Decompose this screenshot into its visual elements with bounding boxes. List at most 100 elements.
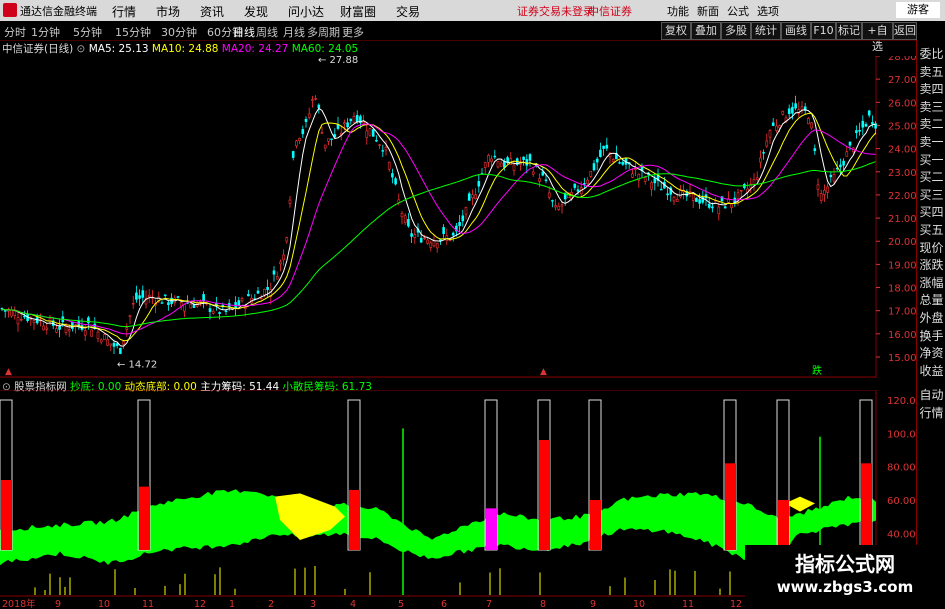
guest-button[interactable]: 游客: [896, 2, 940, 18]
menu-3[interactable]: 发现: [244, 3, 268, 20]
period-1[interactable]: 1分钟: [31, 24, 60, 40]
right-tab-11[interactable]: 现价: [918, 239, 945, 256]
candle-body: [707, 203, 711, 208]
tool-button-4[interactable]: 画线: [781, 22, 811, 40]
thermo-fill: [725, 463, 736, 550]
period-3[interactable]: 15分钟: [115, 24, 151, 40]
candle-body: [371, 129, 375, 137]
candle-body: [496, 161, 500, 168]
menu-5[interactable]: 财富圈: [340, 3, 376, 20]
candle-body: [653, 178, 657, 184]
right-tab-7[interactable]: 买二: [918, 168, 945, 185]
thermo-fill: [139, 486, 150, 550]
right-tab-bottom-0[interactable]: 自动: [918, 386, 945, 403]
candle-body: [355, 115, 359, 123]
right-tab-0[interactable]: 委比: [918, 45, 945, 62]
candle-body: [106, 339, 109, 346]
candle-body: [179, 302, 183, 307]
candle-body: [544, 179, 548, 181]
candle-body: [858, 129, 861, 132]
candle-body: [461, 215, 465, 222]
candle-body: [826, 186, 829, 193]
candle-body: [787, 108, 791, 115]
period-6[interactable]: 日线: [233, 24, 255, 40]
right-tab-4[interactable]: 卖二: [918, 115, 945, 132]
right-tab-3[interactable]: 卖三: [918, 98, 945, 115]
candle-body: [74, 324, 77, 326]
candle-body: [320, 132, 324, 134]
price-tick: 20.00: [888, 237, 916, 248]
candle-body: [365, 130, 369, 138]
tool-button-3[interactable]: 统计: [751, 22, 781, 40]
candle-body: [819, 193, 823, 201]
tool-button-0[interactable]: 复权: [661, 22, 691, 40]
candle-body: [723, 206, 727, 209]
menu-4[interactable]: 问小达: [288, 3, 324, 20]
candle-body: [659, 188, 663, 191]
right-tab-16[interactable]: 换手: [918, 327, 945, 344]
right-tab-17[interactable]: 净资: [918, 344, 945, 361]
right-tab-10[interactable]: 买五: [918, 221, 945, 238]
candle-body: [823, 189, 826, 195]
tool-button-7[interactable]: +自选: [862, 22, 893, 53]
right-tab-8[interactable]: 买三: [918, 186, 945, 203]
price-tick: 23.00: [888, 168, 916, 179]
candle-body: [493, 155, 497, 158]
menu-1[interactable]: 市场: [156, 3, 180, 20]
candle-body: [429, 242, 433, 248]
candle-body: [522, 156, 525, 160]
candle-body: [288, 199, 292, 204]
menu-0[interactable]: 行情: [112, 3, 136, 20]
right-menu-0[interactable]: 功能: [667, 3, 689, 19]
right-tab-15[interactable]: 外盘: [918, 309, 945, 326]
tool-button-1[interactable]: 叠加: [691, 22, 721, 40]
menu-6[interactable]: 交易: [396, 3, 420, 20]
right-tab-14[interactable]: 总量: [918, 291, 945, 308]
right-tab-1[interactable]: 卖五: [918, 63, 945, 80]
period-10[interactable]: 更多: [342, 24, 364, 40]
date-tick: 12: [730, 599, 742, 609]
tool-button-2[interactable]: 多股: [721, 22, 751, 40]
tool-button-8[interactable]: 返回: [893, 22, 917, 40]
right-tab-bottom-1[interactable]: 行情: [918, 404, 945, 421]
candle-body: [419, 237, 423, 243]
right-menu-2[interactable]: 公式: [727, 3, 749, 19]
right-tab-18[interactable]: 收益: [918, 362, 945, 379]
right-tab-9[interactable]: 买四: [918, 203, 945, 220]
right-menu-3[interactable]: 选项: [757, 3, 779, 19]
candle-body: [490, 158, 493, 162]
period-9[interactable]: 多周期: [307, 24, 340, 40]
candle-body: [167, 302, 170, 306]
right-tab-6[interactable]: 买一: [918, 151, 945, 168]
watermark-title: 指标公式网: [795, 552, 895, 576]
candle-body: [407, 219, 410, 227]
menu-2[interactable]: 资讯: [200, 3, 224, 20]
period-2[interactable]: 5分钟: [73, 24, 102, 40]
right-tab-12[interactable]: 涨跌: [918, 256, 945, 273]
candle-body: [3, 310, 7, 312]
candle-body: [323, 144, 327, 149]
right-tab-13[interactable]: 涨幅: [918, 274, 945, 291]
broker-name[interactable]: 中信证券: [588, 3, 632, 19]
right-menu-1[interactable]: 新面: [697, 3, 719, 19]
period-4[interactable]: 30分钟: [161, 24, 197, 40]
period-8[interactable]: 月线: [283, 24, 305, 40]
login-warning[interactable]: 证券交易未登录: [517, 3, 594, 19]
stock-name[interactable]: 中信证券(日线): [2, 43, 73, 55]
candle-body: [301, 129, 305, 135]
low-annotation: ← 14.72: [117, 359, 157, 370]
right-tab-5[interactable]: 卖一: [918, 133, 945, 150]
candle-body: [426, 239, 429, 244]
candle-body: [855, 130, 858, 133]
period-7[interactable]: 周线: [256, 24, 278, 40]
candle-body: [861, 120, 865, 128]
candle-body: [547, 192, 551, 198]
candlestick-chart[interactable]: 28.00 27.00 26.00 25.00 24.00 23.00 22.00 21.00…: [0, 56, 916, 378]
right-tab-2[interactable]: 卖四: [918, 80, 945, 97]
settings-icon[interactable]: ⊙: [77, 43, 86, 55]
period-0[interactable]: 分时: [4, 24, 26, 40]
ma10-value: MA10: 24.88: [151, 43, 219, 55]
tool-button-5[interactable]: F10: [811, 22, 836, 40]
tool-button-6[interactable]: 标记: [836, 22, 862, 40]
date-tick: 4: [350, 599, 356, 609]
